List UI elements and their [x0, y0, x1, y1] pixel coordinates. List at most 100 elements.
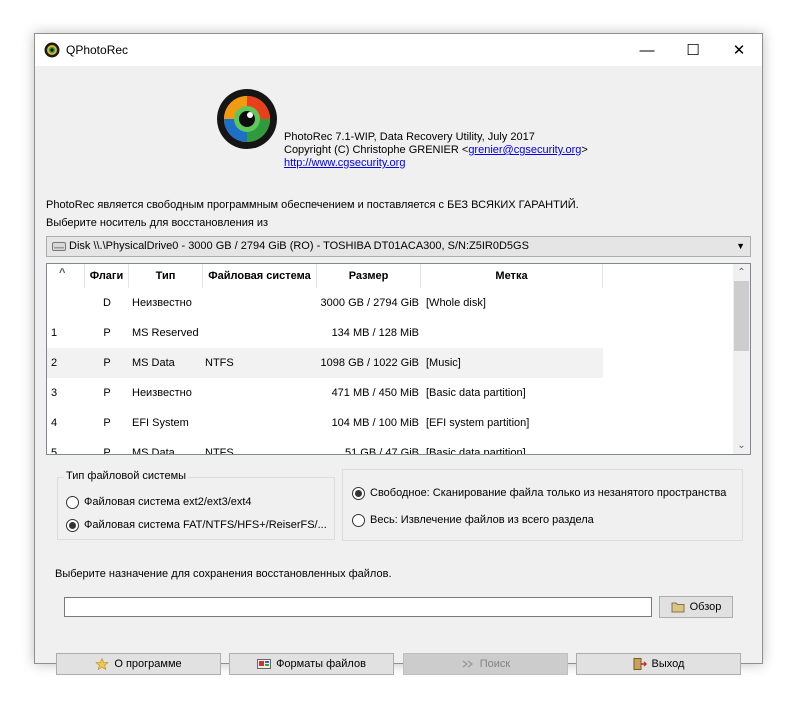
cell-number: 4	[51, 417, 58, 429]
scrollbar-thumb[interactable]	[734, 281, 749, 351]
cell-label: [Basic data partition]	[426, 447, 526, 455]
radio-ext-indicator[interactable]	[66, 496, 79, 509]
cell-flag: P	[103, 387, 111, 399]
filesystem-group-title: Тип файловой системы	[64, 470, 189, 482]
media-prompt: Выберите носитель для восстановления из	[46, 217, 269, 229]
column-header-type[interactable]: Тип	[129, 264, 203, 288]
radio-fat-label: Файловая система FAT/NTFS/HFS+/ReiserFS/…	[84, 519, 327, 531]
column-header-flags[interactable]: Флаги	[85, 264, 129, 288]
website-line: http://www.cgsecurity.org	[284, 157, 405, 169]
table-row[interactable]: 5 P MS Data NTFS 51 GB / 47 GiB [Basic d…	[47, 438, 603, 455]
filesystem-type-group: Тип файловой системы Файловая система ex…	[57, 470, 335, 540]
folder-icon	[671, 602, 685, 613]
file-formats-button[interactable]: Форматы файлов	[229, 653, 394, 675]
table-header: ^ Флаги Тип Файловая система Размер Метк…	[47, 264, 733, 288]
cell-flag: P	[103, 357, 111, 369]
cell-size: 104 MB / 100 MiB	[331, 417, 419, 429]
cell-number: 3	[51, 387, 58, 399]
hard-drive-icon	[52, 242, 66, 251]
browse-button[interactable]: Обзор	[659, 596, 733, 618]
radio-ext-label: Файловая система ext2/ext3/ext4	[84, 496, 252, 508]
destination-input[interactable]	[64, 597, 652, 617]
cell-filesystem	[205, 318, 315, 348]
about-button[interactable]: О программе	[56, 653, 221, 675]
about-copyright: Copyright (C) Christophe GRENIER <grenie…	[284, 144, 588, 156]
browse-label: Обзор	[689, 601, 722, 613]
scroll-up-icon[interactable]: ⌃	[733, 264, 750, 281]
maximize-button[interactable]: ☐	[670, 34, 716, 66]
disk-select[interactable]: Disk \\.\PhysicalDrive0 - 3000 GB / 2794…	[46, 236, 751, 257]
column-header-label[interactable]: Метка	[421, 264, 603, 288]
chevron-down-icon: ▼	[736, 241, 745, 251]
cell-size: 51 GB / 47 GiB	[345, 447, 419, 455]
cell-number	[51, 288, 71, 318]
cell-size: 471 MB / 450 MiB	[331, 387, 419, 399]
column-header-number[interactable]: ^	[47, 264, 85, 288]
cell-number: 1	[51, 327, 58, 339]
cell-number: 2	[51, 357, 58, 369]
partition-table: ^ Флаги Тип Файловая система Размер Метк…	[46, 263, 751, 455]
search-button[interactable]: Поиск	[403, 653, 568, 675]
table-row[interactable]: 3 P Неизвестно 471 MB / 450 MiB [Basic d…	[47, 378, 603, 408]
search-arrows-icon	[462, 660, 473, 668]
cell-type: Неизвестно	[132, 297, 192, 309]
cell-size: 1098 GB / 1022 GiB	[320, 357, 419, 369]
close-icon: ✕	[732, 42, 746, 59]
disk-select-value: Disk \\.\PhysicalDrive0 - 3000 GB / 2794…	[69, 240, 529, 252]
table-row-selected[interactable]: 2 P MS Data NTFS 1098 GB / 1022 GiB [Mus…	[47, 348, 603, 378]
email-link[interactable]: grenier@cgsecurity.org	[468, 144, 581, 156]
cell-label: [EFI system partition]	[426, 417, 530, 429]
scan-mode-group: Свободное: Сканирование файла только из …	[342, 469, 743, 541]
table-row[interactable]: 1 P MS Reserved 134 MB / 128 MiB	[47, 318, 603, 348]
maximize-icon: ☐	[686, 42, 700, 59]
minimize-button[interactable]: —	[624, 34, 670, 66]
cell-type: MS Data	[132, 357, 175, 369]
cell-size: 3000 GB / 2794 GiB	[320, 297, 419, 309]
scroll-down-icon[interactable]: ⌄	[733, 437, 750, 454]
cell-filesystem	[205, 408, 315, 438]
cell-number: 5	[51, 447, 58, 455]
website-link[interactable]: http://www.cgsecurity.org	[284, 157, 405, 169]
cell-type: MS Reserved	[132, 327, 199, 339]
exit-door-icon	[633, 658, 647, 670]
cell-label: [Whole disk]	[426, 297, 486, 309]
cell-type: MS Data	[132, 447, 175, 455]
cell-filesystem: NTFS	[205, 357, 234, 369]
exit-button[interactable]: Выход	[576, 653, 741, 675]
file-formats-icon	[257, 659, 272, 669]
warranty-notice: PhotoRec является свободным программным …	[46, 199, 579, 211]
radio-whole-indicator[interactable]	[352, 514, 365, 527]
minimize-icon: —	[639, 41, 655, 59]
column-header-filesystem[interactable]: Файловая система	[203, 264, 317, 288]
table-row[interactable]: 4 P EFI System 104 MB / 100 MiB [EFI sys…	[47, 408, 603, 438]
window-title: QPhotoRec	[66, 43, 129, 57]
cell-label: [Music]	[426, 357, 461, 369]
close-button[interactable]: ✕	[716, 34, 762, 66]
table-row[interactable]: D Неизвестно 3000 GB / 2794 GiB [Whole d…	[47, 288, 603, 318]
column-header-size[interactable]: Размер	[317, 264, 421, 288]
radio-whole-label: Весь: Извлечение файлов из всего раздела	[370, 514, 594, 526]
app-icon	[44, 42, 60, 58]
radio-fat-indicator[interactable]	[66, 519, 79, 532]
sort-caret-icon: ^	[59, 267, 66, 279]
exit-button-label: Выход	[651, 658, 685, 670]
cell-label	[426, 318, 601, 348]
cell-flag: P	[103, 447, 111, 455]
search-button-label: Поиск	[479, 658, 511, 670]
main-content: PhotoRec 7.1-WIP, Data Recovery Utility,…	[35, 66, 762, 675]
copyright-suffix: >	[581, 144, 588, 156]
cell-type: Неизвестно	[132, 387, 192, 399]
radio-free-indicator[interactable]	[352, 487, 365, 500]
cell-flag: P	[103, 417, 111, 429]
cell-filesystem	[205, 378, 315, 408]
file-formats-label: Форматы файлов	[276, 658, 366, 670]
copyright-text: Copyright (C) Christophe GRENIER <	[284, 144, 469, 156]
photorec-logo-icon	[217, 89, 277, 149]
cell-flag: D	[103, 297, 111, 309]
qphotorec-window: QPhotoRec — ☐ ✕ PhotoRec 7.1-WIP, Data R…	[34, 33, 763, 675]
cell-label: [Basic data partition]	[426, 387, 526, 399]
title-bar[interactable]: QPhotoRec — ☐ ✕	[35, 34, 762, 66]
table-scrollbar[interactable]: ⌃ ⌄	[733, 264, 750, 454]
cell-filesystem: NTFS	[205, 447, 234, 455]
cell-size: 134 MB / 128 MiB	[331, 327, 419, 339]
